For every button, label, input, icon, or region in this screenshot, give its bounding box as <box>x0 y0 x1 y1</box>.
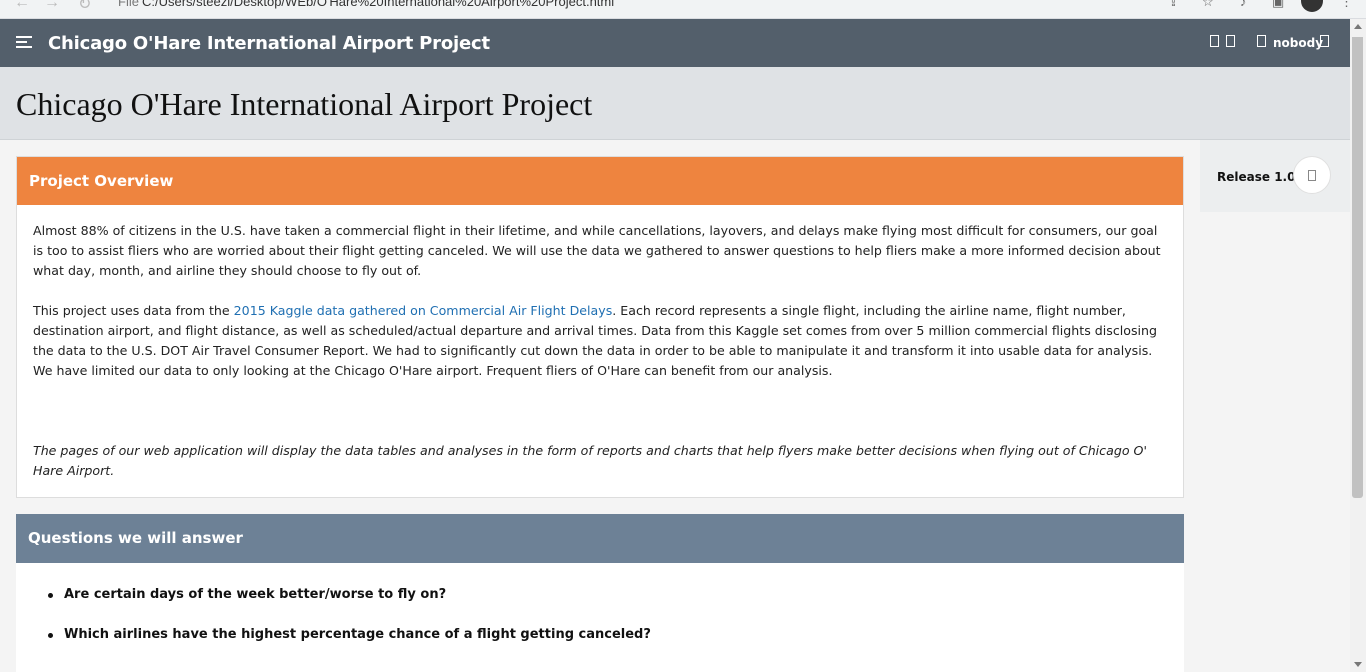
info-icon <box>1308 170 1316 181</box>
release-info-button[interactable] <box>1293 156 1331 194</box>
side-panel-icon[interactable]: ▣ <box>1272 0 1284 10</box>
question-item: Which airlines have the highest percenta… <box>48 625 1184 665</box>
scrollbar-thumb-inner[interactable] <box>1352 150 1363 498</box>
overview-paragraph-3: The pages of our web application will di… <box>33 443 1147 478</box>
overview-paragraph-2-lead: This project uses data from the <box>33 303 234 318</box>
overview-paragraph-2: This project uses data from the 2015 Kag… <box>33 301 1167 381</box>
bookmark-star-icon[interactable]: ☆ <box>1202 0 1214 10</box>
question-item: Are certain days of the week better/wors… <box>48 585 1184 625</box>
profile-avatar[interactable] <box>1301 0 1323 12</box>
scroll-up-icon[interactable] <box>1354 24 1362 29</box>
kaggle-data-link[interactable]: 2015 Kaggle data gathered on Commercial … <box>234 303 613 318</box>
release-label: Release 1.0 <box>1217 170 1296 184</box>
questions-card: Questions we will answer Are certain day… <box>16 514 1184 672</box>
media-icon[interactable]: ♪ <box>1240 0 1247 9</box>
project-overview-header: Project Overview <box>17 157 1183 205</box>
browser-menu-icon[interactable]: ⋮ <box>1340 0 1353 10</box>
share-icon[interactable]: ⇪ <box>1168 0 1179 10</box>
page-title: Chicago O'Hare International Airport Pro… <box>16 86 593 122</box>
search-icon[interactable] <box>1226 35 1235 47</box>
user-icon <box>1257 35 1266 47</box>
questions-header: Questions we will answer <box>16 514 1184 563</box>
app-title: Chicago O'Hare International Airport Pro… <box>48 33 490 54</box>
username[interactable]: nobody <box>1273 36 1323 50</box>
project-overview-body: Almost 88% of citizens in the U.S. have … <box>17 205 1183 497</box>
site-info-file[interactable]: File <box>118 0 139 9</box>
reload-icon[interactable]: ↻ <box>78 0 91 14</box>
page-scrollbar[interactable] <box>1350 19 1366 672</box>
questions-list: Are certain days of the week better/wors… <box>16 563 1184 665</box>
hamburger-menu-icon[interactable] <box>16 36 32 50</box>
browser-toolbar: ← → ↻ File C:/Users/steezl/Desktop/WEb/O… <box>0 0 1366 19</box>
scroll-down-icon[interactable] <box>1354 662 1362 667</box>
page-header: Chicago O'Hare International Airport Pro… <box>0 67 1350 140</box>
back-icon[interactable]: ← <box>14 0 30 12</box>
project-overview-card: Project Overview Almost 88% of citizens … <box>16 156 1184 498</box>
overview-paragraph-1: Almost 88% of citizens in the U.S. have … <box>33 223 1161 278</box>
forward-icon[interactable]: → <box>44 0 60 12</box>
address-bar[interactable]: C:/Users/steezl/Desktop/WEb/O'Hare%20Int… <box>142 0 614 9</box>
home-icon[interactable] <box>1210 35 1219 47</box>
release-panel: Release 1.0 <box>1200 140 1350 212</box>
app-header: Chicago O'Hare International Airport Pro… <box>0 19 1350 67</box>
logout-icon[interactable] <box>1320 35 1329 47</box>
